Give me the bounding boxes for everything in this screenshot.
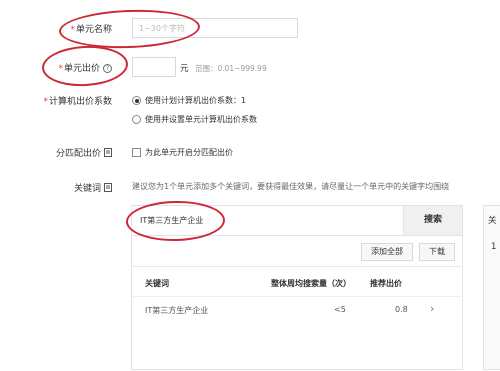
selected-panel-value: 1 xyxy=(491,242,497,252)
keyword-search-input[interactable] xyxy=(132,206,404,235)
unit-name-input[interactable] xyxy=(132,18,298,38)
selected-keywords-panel xyxy=(483,205,500,370)
radio-set-unit-ratio[interactable]: 使用并设置单元计算机出价系数 xyxy=(132,114,257,125)
help-icon[interactable]: ? xyxy=(103,64,112,73)
table-row-volume: <5 xyxy=(334,305,346,314)
match-bid-checkbox-row[interactable]: 为此单元开启分匹配出价 xyxy=(132,147,233,158)
table-row-bid: 0.8 xyxy=(395,305,408,314)
unit-name-label: *单元名称 xyxy=(70,22,112,35)
match-bid-label: 分匹配出价 xyxy=(56,146,112,160)
document-icon xyxy=(104,147,112,160)
radio-label: 使用并设置单元计算机出价系数 xyxy=(145,115,257,124)
radio-button[interactable] xyxy=(132,96,141,105)
match-bid-checkbox[interactable] xyxy=(132,148,141,157)
search-button[interactable]: 搜索 xyxy=(404,206,462,235)
required-mark: * xyxy=(43,97,48,107)
computer-bid-ratio-label-text: 计算机出价系数 xyxy=(48,97,112,107)
radio-label: 使用计划计算机出价系数：1 xyxy=(145,96,247,105)
table-header-bid: 推荐出价 xyxy=(370,279,402,288)
keywords-hint: 建议您为1个单元添加多个关键词，要获得最佳效果，请尽量让一个单元中的关键字均围绕 xyxy=(132,182,450,191)
required-mark: * xyxy=(58,64,63,74)
radio-use-plan-ratio[interactable]: 使用计划计算机出价系数：1 xyxy=(132,95,246,106)
document-icon xyxy=(104,182,112,195)
radio-button[interactable] xyxy=(132,115,141,124)
chevron-right-icon[interactable]: › xyxy=(430,302,434,315)
computer-bid-ratio-label: *计算机出价系数 xyxy=(43,94,112,107)
match-bid-label-text: 分匹配出价 xyxy=(55,149,101,159)
unit-bid-label: *单元出价? xyxy=(58,61,112,74)
unit-bid-suffix: 元 xyxy=(180,64,189,74)
keywords-label: 关键词 xyxy=(74,181,112,195)
unit-name-label-text: 单元名称 xyxy=(75,25,112,35)
checkbox-label: 为此单元开启分匹配出价 xyxy=(145,148,233,157)
required-mark: * xyxy=(70,25,75,35)
table-header-keyword: 关键词 xyxy=(145,279,169,288)
add-all-button[interactable]: 添加全部 xyxy=(361,243,413,261)
unit-bid-range: 范围：0.01~999.99 xyxy=(195,64,267,73)
selected-panel-header: 关 xyxy=(488,216,497,226)
table-row-keyword: IT第三方生产企业 xyxy=(145,306,209,315)
unit-bid-label-text: 单元出价 xyxy=(63,64,100,74)
table-header-divider xyxy=(133,296,461,297)
divider xyxy=(132,235,462,236)
unit-bid-input[interactable] xyxy=(132,57,176,77)
table-header-volume: 整体周均搜索量（次） xyxy=(271,279,351,288)
download-button[interactable]: 下载 xyxy=(419,243,455,261)
keywords-label-text: 关键词 xyxy=(73,184,101,194)
